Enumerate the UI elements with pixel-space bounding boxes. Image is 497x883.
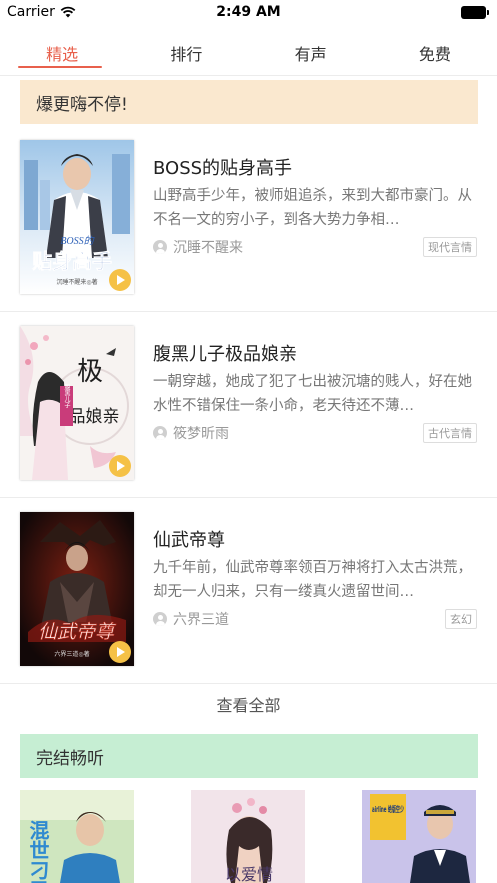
section-banner-text: 完结畅听 [36,748,104,769]
cover-title: airline 绝版空少 [372,804,404,814]
battery-icon [461,6,489,19]
book-title: 腹黑儿子极品娘亲 [153,344,297,365]
book-item[interactable]: 极 品娘亲 腹黑儿子 腹黑儿子极品娘亲 一朝穿越，她成了犯了七出被沉塘的贱人，好… [0,312,497,498]
genre-tag: 古代言情 [423,423,477,443]
book-description: 九千年前，仙武帝尊率领百万神将打入太古洪荒，却无一人归来，只有一缕真火遗留世间… [153,560,472,600]
book-author: 筱梦昕雨 [173,426,229,442]
book-cover[interactable]: 仙武帝尊 六界三道◎著 [20,512,134,666]
book-author: 六界三道 [173,612,229,628]
cover-title: 混世刁民 [26,820,50,883]
tab-active-underline [18,66,102,68]
book-title: BOSS的贴身高手 [153,158,293,179]
tab-ranking[interactable]: 排行 [124,26,248,75]
cover-title-line1: 仙武帝尊 [38,621,117,643]
category-tabs: 精选 排行 有声 免费 [0,26,497,76]
status-time: 2:49 AM [216,4,281,20]
promo-banner[interactable]: 爆更嗨不停! [20,80,478,124]
play-icon[interactable] [109,641,131,663]
section-banner[interactable]: 完结畅听 [20,734,478,778]
book-description: 山野高手少年，被师姐追杀，来到大都市豪门。从不名一文的穷小子，到各大势力争相… [153,188,472,228]
author-icon [153,240,167,254]
tab-audio[interactable]: 有声 [249,26,373,75]
tab-label: 有声 [294,45,327,64]
author-icon [153,426,167,440]
completed-book-cover[interactable]: airline 绝版空少 [362,790,476,883]
book-meta: 六界三道 玄幻 [153,609,477,629]
cover-title-line2: 贴身高手 [32,249,112,273]
genre-tag: 现代言情 [423,237,477,257]
book-author: 沉睡不醒来 [173,240,243,256]
book-item[interactable]: BOSS的 贴身高手 沉睡不醒来◎著 BOSS的贴身高手 山野高手少年，被师姐追… [0,126,497,312]
play-icon[interactable] [109,269,131,291]
book-item[interactable]: 仙武帝尊 六界三道◎著 仙武帝尊 九千年前，仙武帝尊率领百万神将打入太古洪荒，却… [0,498,497,684]
cover-side-text: 腹黑儿子 [63,383,70,408]
play-icon[interactable] [109,455,131,477]
view-all-link[interactable]: 查看全部 [0,692,497,716]
cover-title-line2: 品娘亲 [69,407,120,427]
book-title: 仙武帝尊 [153,530,225,551]
tab-featured[interactable]: 精选 [0,26,124,75]
tab-free[interactable]: 免费 [373,26,497,75]
cover-byline: 六界三道◎著 [54,650,89,658]
completed-book-cover[interactable]: 以爱情 [191,790,305,883]
promo-banner-text: 爆更嗨不停! [36,94,128,115]
book-cover[interactable]: BOSS的 贴身高手 沉睡不醒来◎著 [20,140,134,294]
status-bar: Carrier 2:49 AM [0,0,497,26]
tab-label: 排行 [170,45,203,64]
tab-label: 精选 [46,45,79,64]
book-description: 一朝穿越，她成了犯了七出被沉塘的贱人，好在她水性不错保住一条小命，老天待还不薄… [153,374,472,414]
book-cover[interactable]: 极 品娘亲 腹黑儿子 [20,326,134,480]
book-meta: 筱梦昕雨 古代言情 [153,423,477,443]
cover-title-line1: 极 [77,357,103,387]
author-icon [153,612,167,626]
book-meta: 沉睡不醒来 现代言情 [153,237,477,257]
cover-title-line1: BOSS的 [60,235,94,247]
cover-title: 以爱情 [225,865,273,883]
genre-tag: 玄幻 [445,609,477,629]
cover-byline: 沉睡不醒来◎著 [56,278,97,286]
completed-book-cover[interactable]: 混世刁民 [20,790,134,883]
tab-label: 免费 [418,45,451,64]
